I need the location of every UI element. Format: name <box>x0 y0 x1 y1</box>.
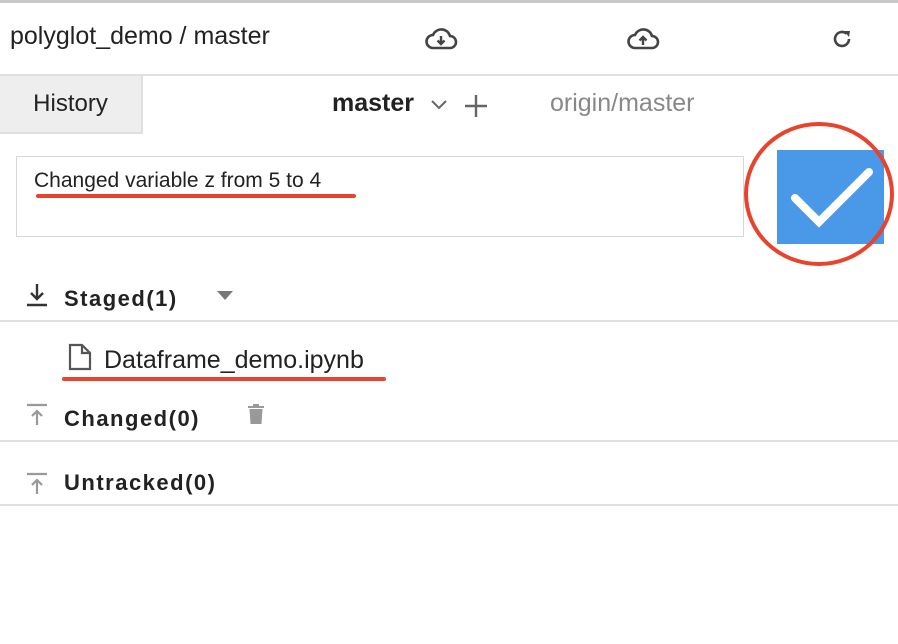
commit-message-text[interactable]: Changed variable z from 5 to 4 <box>34 169 321 193</box>
file-icon <box>67 343 93 371</box>
staged-download-icon <box>26 283 48 307</box>
annotation-underline <box>62 377 386 381</box>
cloud-download-icon[interactable] <box>424 26 458 52</box>
cloud-upload-icon[interactable] <box>626 26 660 52</box>
chevron-down-icon[interactable] <box>430 99 448 111</box>
staged-file[interactable]: Dataframe_demo.ipynb <box>104 346 364 375</box>
remote-branch[interactable]: origin/master <box>550 89 695 118</box>
history-tab[interactable]: History <box>0 76 143 134</box>
current-branch[interactable]: master <box>332 89 414 118</box>
staged-header[interactable]: Staged(1) <box>64 286 178 312</box>
divider <box>0 504 898 506</box>
add-branch-icon[interactable] <box>464 94 488 118</box>
annotation-underline <box>36 194 356 198</box>
repo-title: polyglot_demo / master <box>10 22 270 50</box>
changed-upload-icon <box>26 403 48 427</box>
untracked-header[interactable]: Untracked(0) <box>64 470 216 496</box>
trash-icon[interactable] <box>247 403 265 425</box>
top-border <box>0 0 898 3</box>
untracked-upload-icon <box>26 472 48 496</box>
refresh-icon[interactable] <box>830 27 854 51</box>
divider <box>0 440 898 442</box>
annotation-circle <box>744 122 894 266</box>
divider <box>0 320 898 322</box>
changed-header[interactable]: Changed(0) <box>64 406 200 432</box>
caret-down-icon[interactable] <box>217 291 233 301</box>
